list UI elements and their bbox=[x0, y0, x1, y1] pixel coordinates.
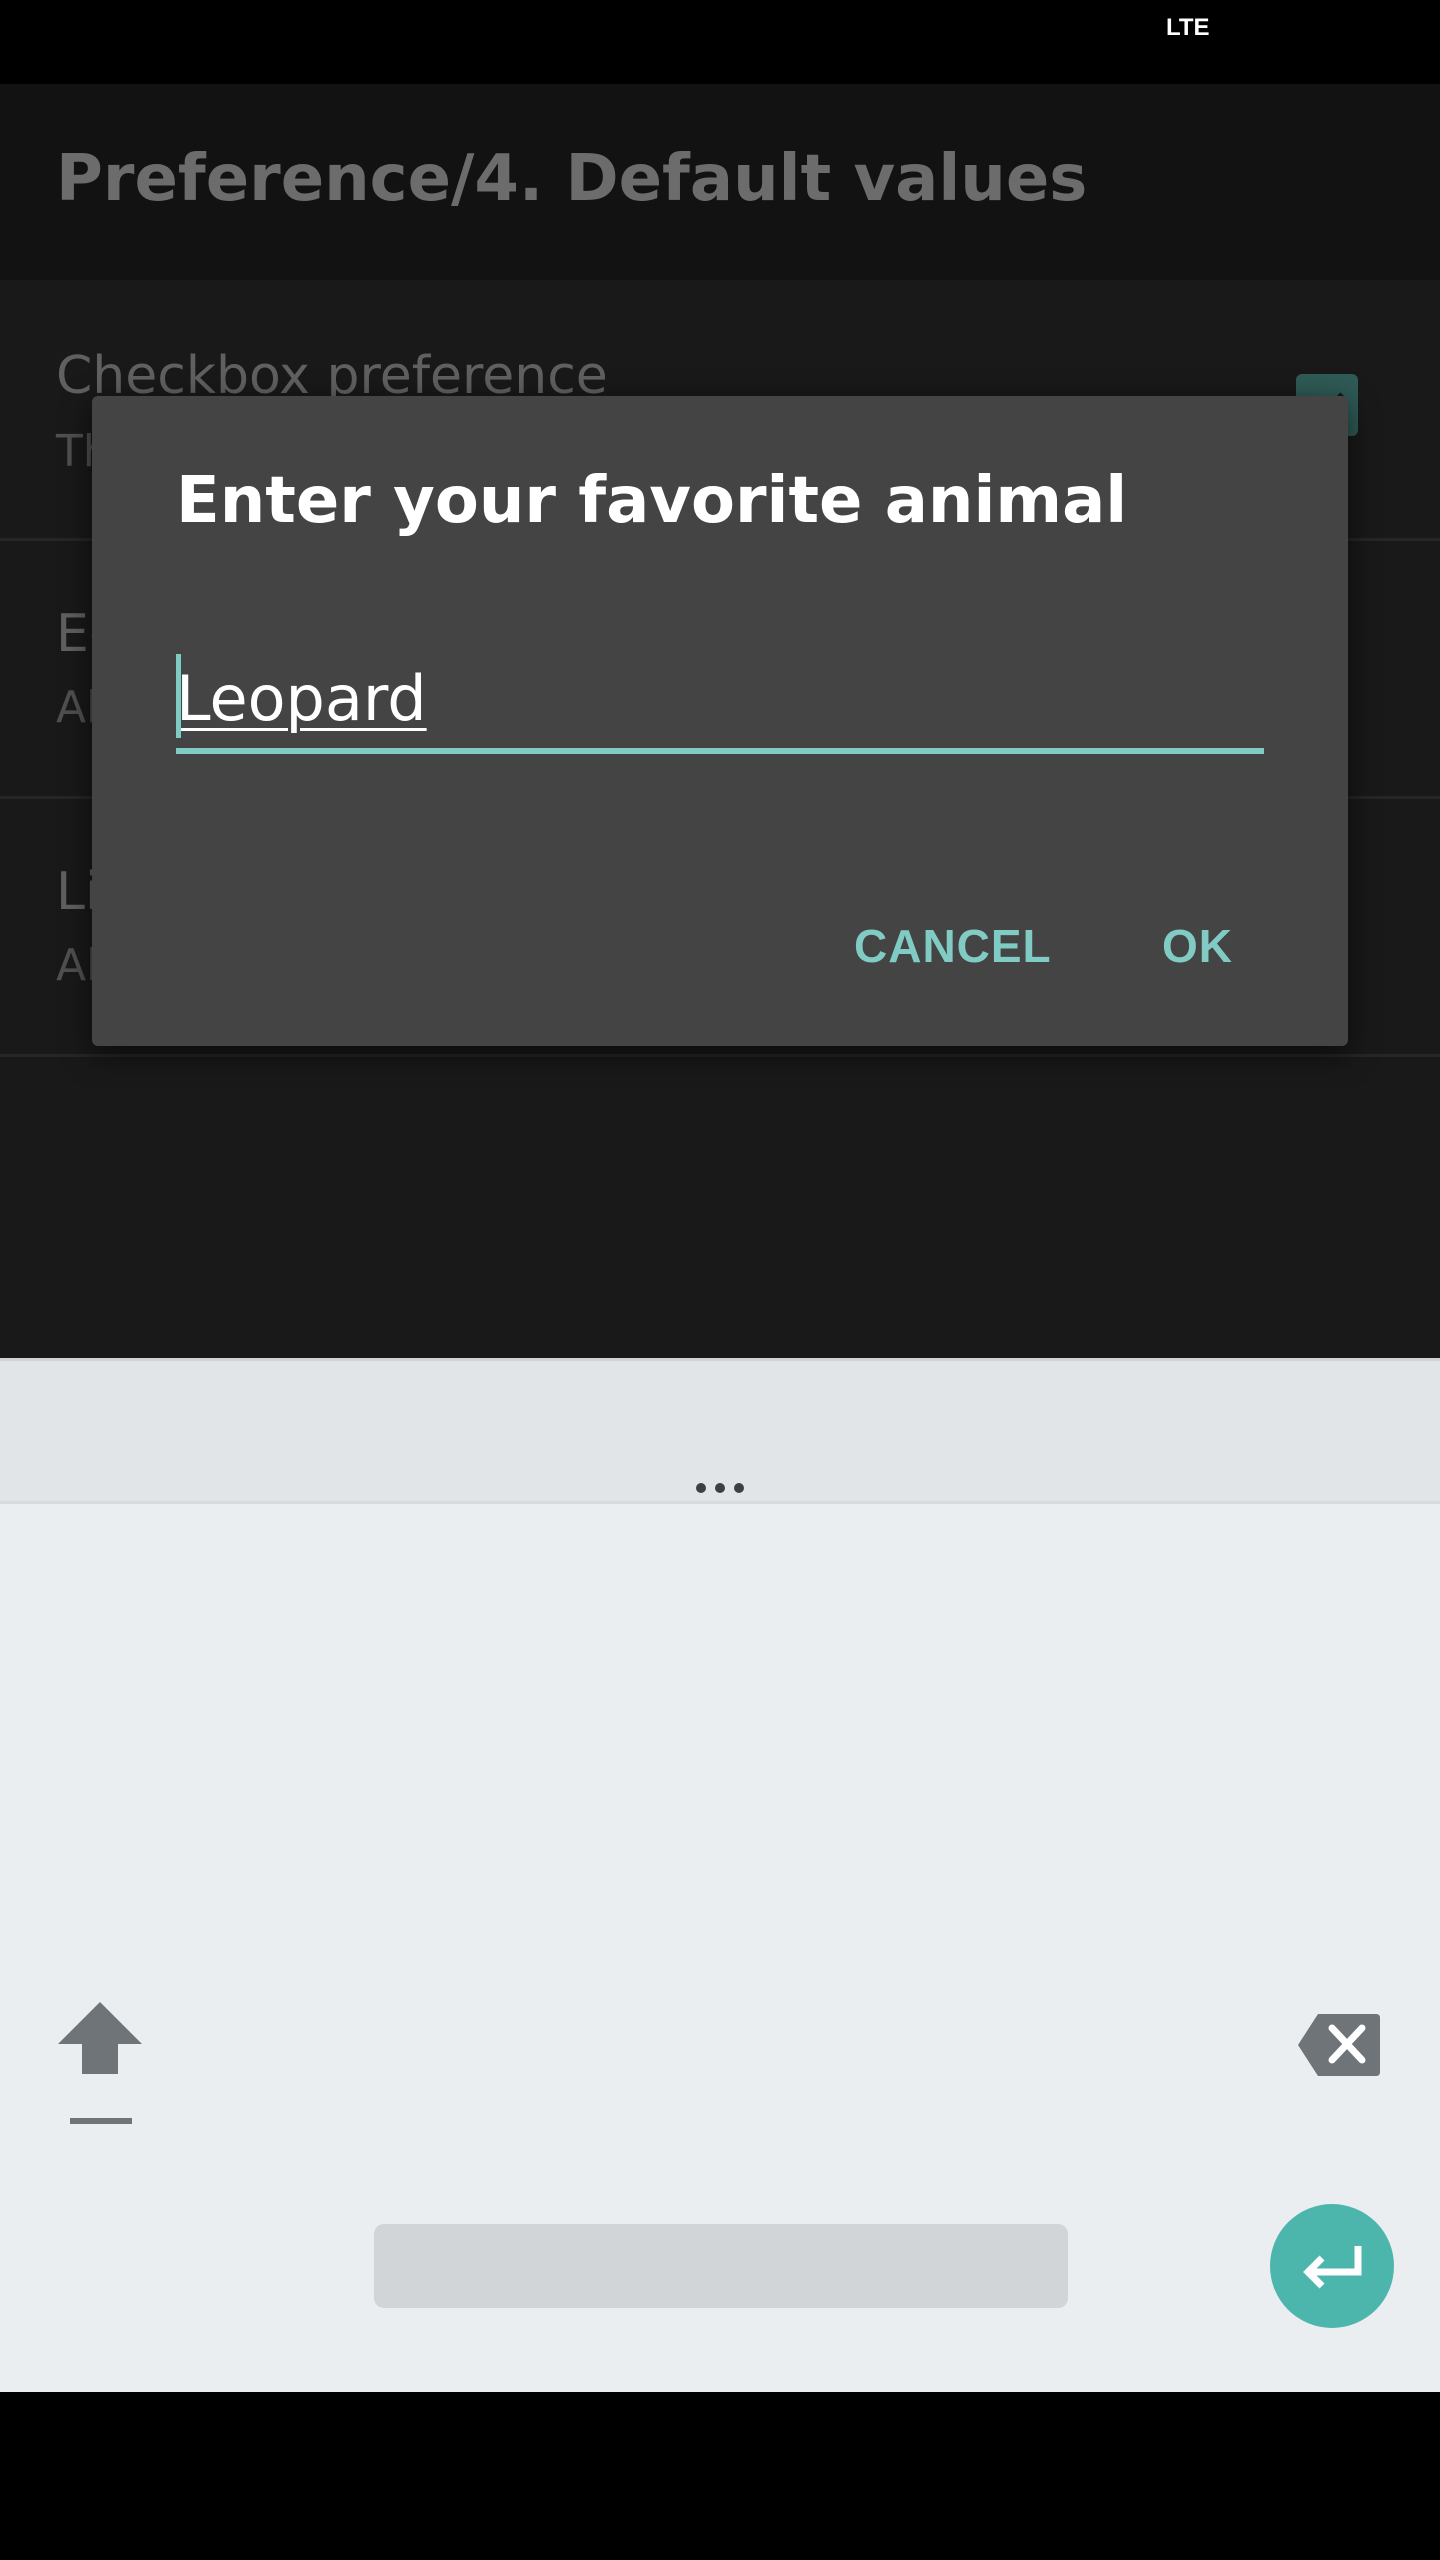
space-bar[interactable] bbox=[374, 2224, 1068, 2308]
shift-key[interactable] bbox=[52, 1998, 148, 2108]
more-horizontal-icon[interactable] bbox=[688, 1479, 752, 1499]
screen: LTE Preference/4. Default values Checkbo… bbox=[0, 0, 1440, 2560]
soft-keyboard bbox=[0, 1358, 1440, 2392]
backspace-icon bbox=[1298, 2014, 1380, 2076]
enter-return-icon bbox=[1303, 2246, 1362, 2289]
backspace-key[interactable] bbox=[1296, 2012, 1382, 2078]
status-bar: LTE bbox=[0, 0, 1440, 84]
input-underline bbox=[176, 748, 1264, 754]
navigation-bar bbox=[0, 2392, 1440, 2560]
shift-arrow-icon bbox=[58, 2002, 142, 2074]
suggestion-strip bbox=[0, 1358, 1440, 1504]
text-cursor bbox=[176, 654, 181, 738]
enter-key[interactable] bbox=[1270, 2204, 1394, 2328]
network-type-label: LTE bbox=[1166, 14, 1210, 41]
dialog-title: Enter your favorite animal bbox=[176, 464, 1128, 538]
favorite-animal-input[interactable] bbox=[176, 648, 1264, 748]
cancel-button[interactable]: CANCEL bbox=[830, 896, 1076, 996]
edit-text-dialog: Enter your favorite animal CANCEL OK bbox=[92, 396, 1348, 1046]
app-bar: Preference/4. Default values bbox=[0, 84, 1440, 280]
dialog-input-container bbox=[176, 648, 1264, 758]
page-title: Preference/4. Default values bbox=[56, 142, 1088, 216]
ok-button[interactable]: OK bbox=[1138, 896, 1257, 996]
shift-indicator bbox=[70, 2118, 132, 2124]
